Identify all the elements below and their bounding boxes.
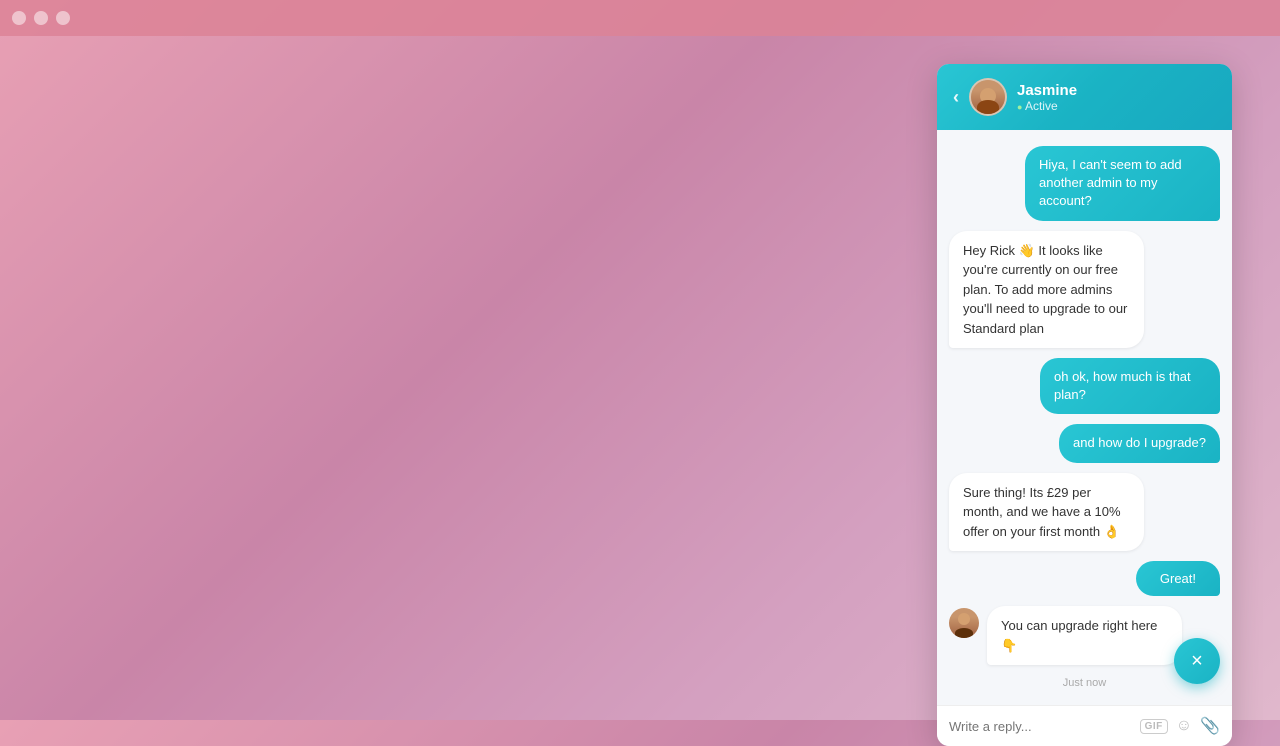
chat-input-area: GIF ☺ 📎 [937, 705, 1232, 746]
messages-container: Hiya, I can't seem to add another admin … [937, 130, 1232, 705]
message-bubble-user-2: oh ok, how much is that plan? [1040, 358, 1220, 414]
agent-status: Active [1017, 99, 1216, 113]
input-icons: GIF ☺ 📎 [1140, 716, 1220, 736]
chat-header: ‹ Jasmine Active [937, 64, 1232, 130]
titlebar-dot-2 [34, 11, 48, 25]
back-button[interactable]: ‹ [953, 87, 959, 108]
attachment-icon[interactable]: 📎 [1200, 716, 1220, 736]
message-bubble-user-3: and how do I upgrade? [1059, 424, 1220, 462]
agent-avatar [969, 78, 1007, 116]
gif-button[interactable]: GIF [1140, 719, 1168, 734]
message-bubble-agent-2: Sure thing! Its £29 per month, and we ha… [949, 473, 1144, 552]
message-timestamp: Just now [949, 677, 1220, 689]
agent-info: Jasmine Active [1017, 82, 1216, 113]
fab-close-button[interactable]: × [1174, 638, 1220, 684]
titlebar-dot-3 [56, 11, 70, 25]
message-bubble-user-1: Hiya, I can't seem to add another admin … [1025, 146, 1220, 221]
titlebar [0, 0, 1280, 36]
great-button[interactable]: Great! [1136, 561, 1220, 596]
message-bubble-agent-3: You can upgrade right here 👇 [987, 606, 1182, 665]
reply-input[interactable] [949, 719, 1132, 734]
agent-name: Jasmine [1017, 82, 1216, 99]
agent-small-avatar [949, 608, 979, 638]
message-bubble-agent-1: Hey Rick 👋 It looks like you're currentl… [949, 231, 1144, 349]
titlebar-dot-1 [12, 11, 26, 25]
